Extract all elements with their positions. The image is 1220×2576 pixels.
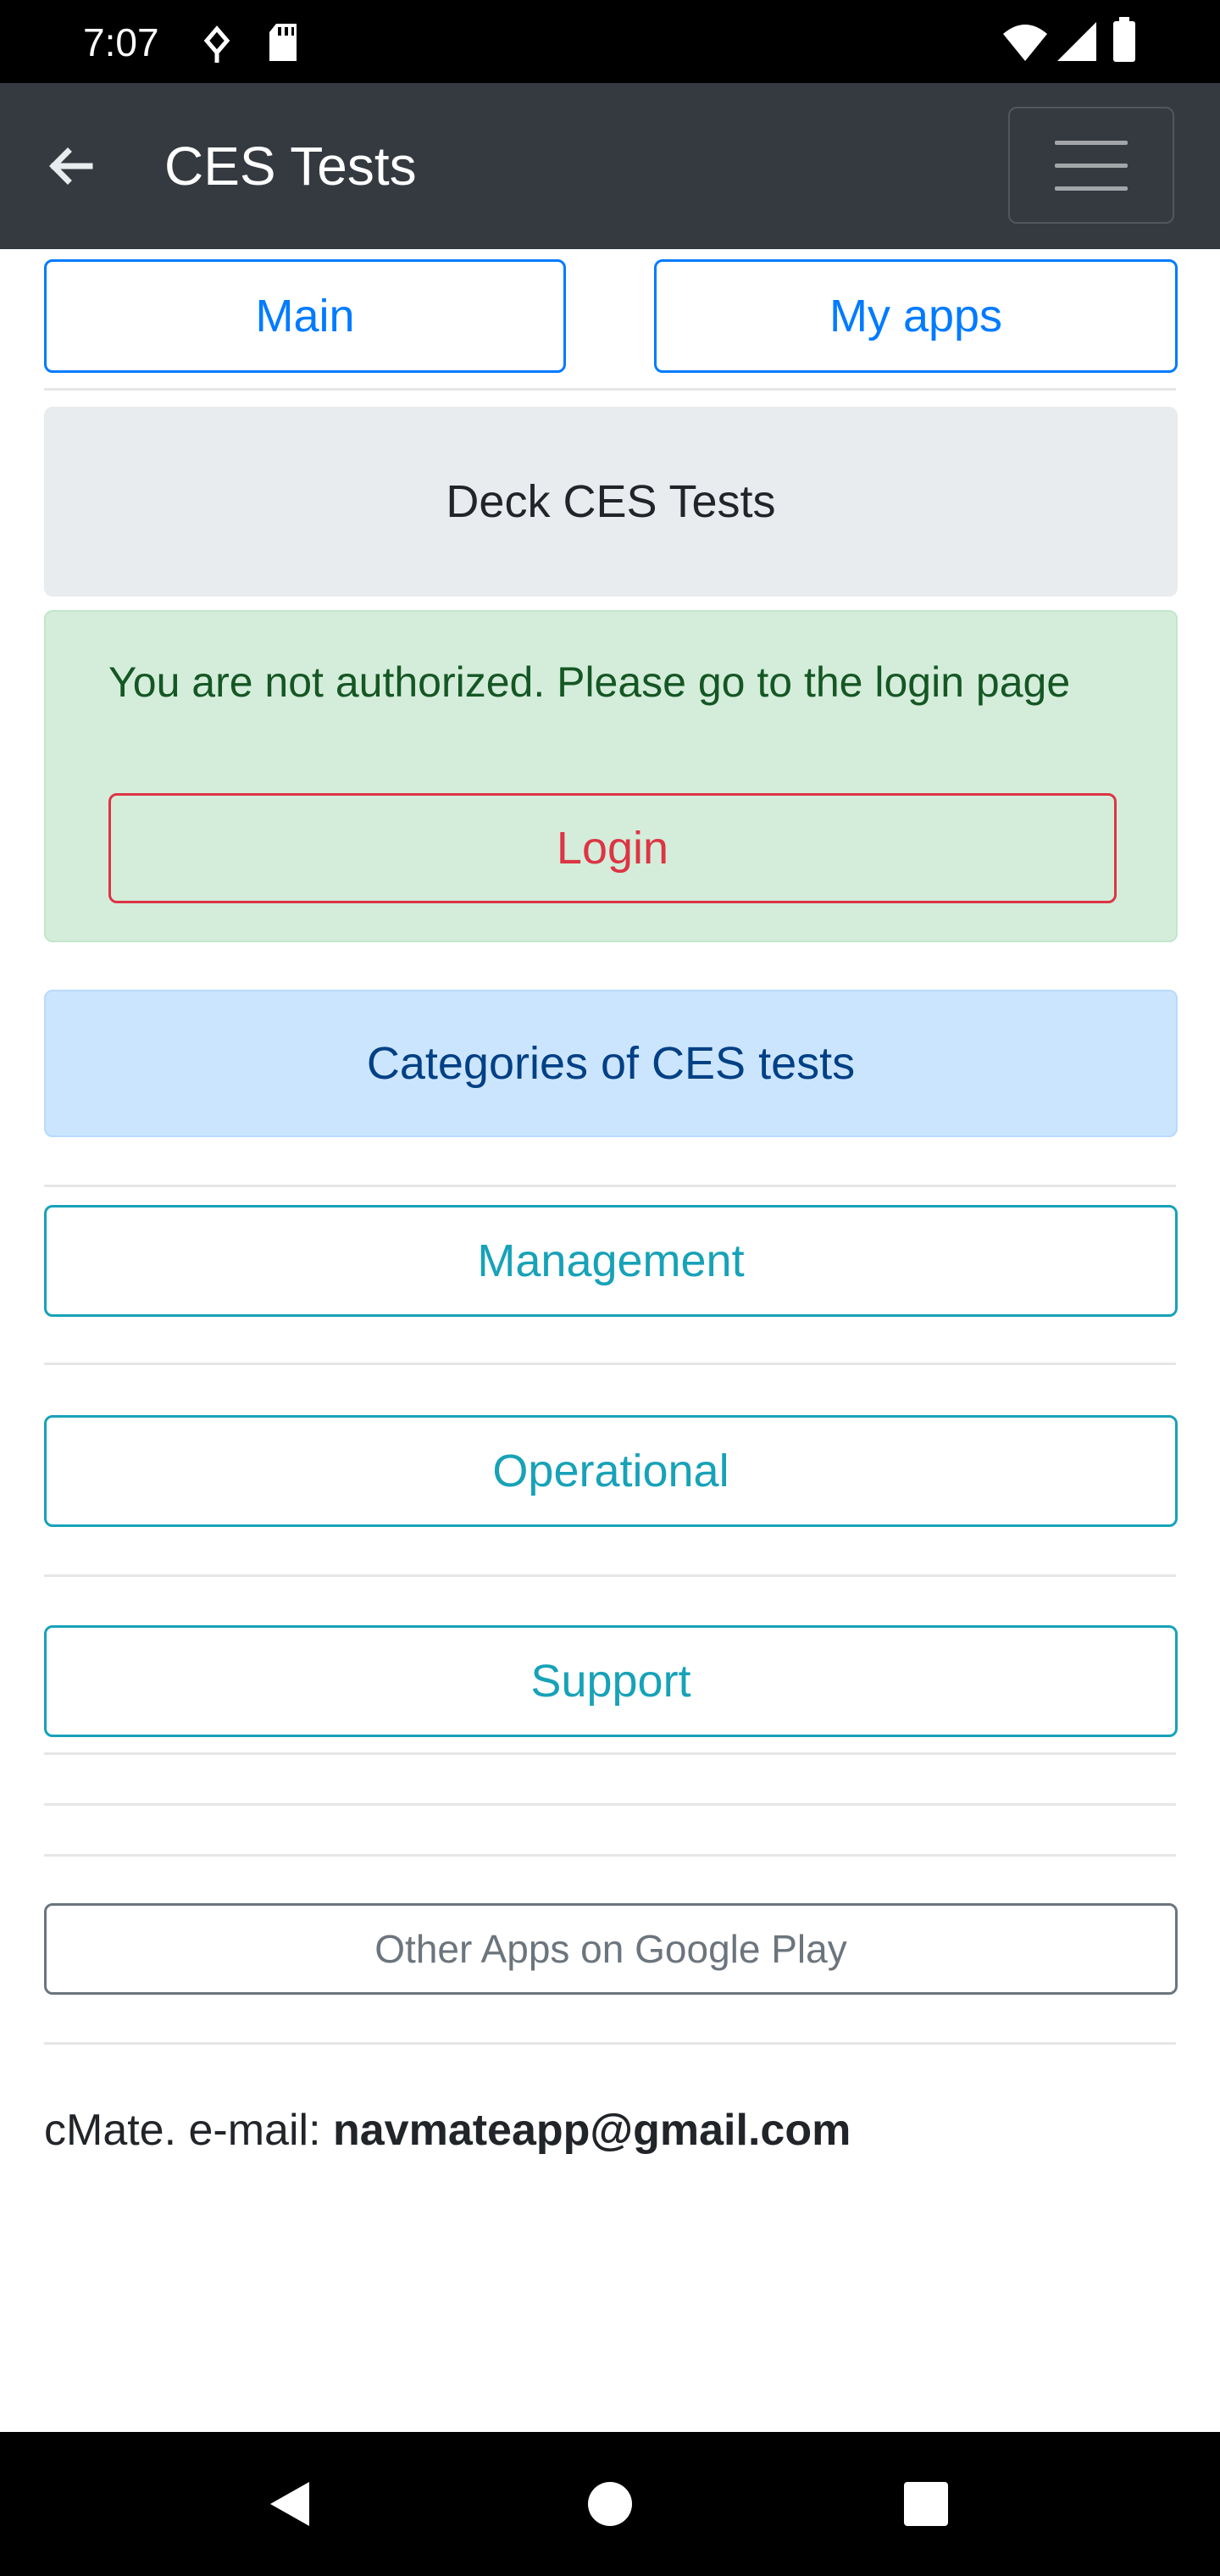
- triangle-back-icon: [270, 2482, 309, 2526]
- category-operational-button[interactable]: Operational: [44, 1415, 1178, 1527]
- my-apps-button[interactable]: My apps: [654, 259, 1178, 373]
- divider: [44, 1752, 1176, 1755]
- footer-prefix: cMate. e-mail:: [44, 2106, 333, 2155]
- divider: [44, 2042, 1176, 2045]
- arrow-back-icon: [49, 147, 93, 185]
- divider: [44, 388, 1176, 391]
- hamburger-menu-icon: [1055, 140, 1128, 145]
- back-button[interactable]: [37, 134, 102, 198]
- wifi-icon: [1001, 22, 1049, 67]
- auth-message: You are not authorized. Please go to the…: [108, 658, 1071, 706]
- deck-title: Deck CES Tests: [446, 476, 776, 527]
- app-bar: CES Tests: [0, 83, 1220, 249]
- page-title: CES Tests: [164, 136, 417, 197]
- divider: [44, 1185, 1176, 1187]
- divider: [44, 1803, 1176, 1806]
- categories-heading: Categories of CES tests: [44, 990, 1178, 1137]
- nav-home-button[interactable]: [580, 2474, 640, 2534]
- divider: [44, 1574, 1176, 1577]
- system-nav-bar: [0, 2432, 1220, 2576]
- square-recents-icon: [904, 2482, 948, 2526]
- circle-home-icon: [588, 2482, 632, 2526]
- data-saver-icon: [200, 25, 234, 69]
- divider: [44, 1363, 1176, 1365]
- nav-recents-button[interactable]: [896, 2474, 956, 2534]
- category-support-button[interactable]: Support: [44, 1625, 1178, 1737]
- battery-icon: [1112, 17, 1137, 67]
- sd-card-icon: [266, 22, 300, 67]
- footer-contact: cMate. e-mail: navmateapp@gmail.com: [44, 2098, 851, 2162]
- signal-icon: [1056, 20, 1098, 67]
- other-apps-button[interactable]: Other Apps on Google Play: [44, 1903, 1178, 1995]
- auth-alert: You are not authorized. Please go to the…: [44, 610, 1178, 942]
- status-bar: 7:07: [0, 0, 1220, 83]
- nav-back-button[interactable]: [261, 2474, 320, 2534]
- categories-heading-text: Categories of CES tests: [366, 1038, 856, 1089]
- login-button[interactable]: Login: [108, 793, 1117, 903]
- main-button[interactable]: Main: [44, 259, 566, 373]
- footer-email[interactable]: navmateapp@gmail.com: [333, 2106, 851, 2155]
- status-time: 7:07: [83, 20, 159, 64]
- divider: [44, 1854, 1176, 1857]
- category-management-button[interactable]: Management: [44, 1205, 1178, 1317]
- deck-title-card: Deck CES Tests: [44, 407, 1178, 597]
- menu-toggle-button[interactable]: [1008, 107, 1174, 224]
